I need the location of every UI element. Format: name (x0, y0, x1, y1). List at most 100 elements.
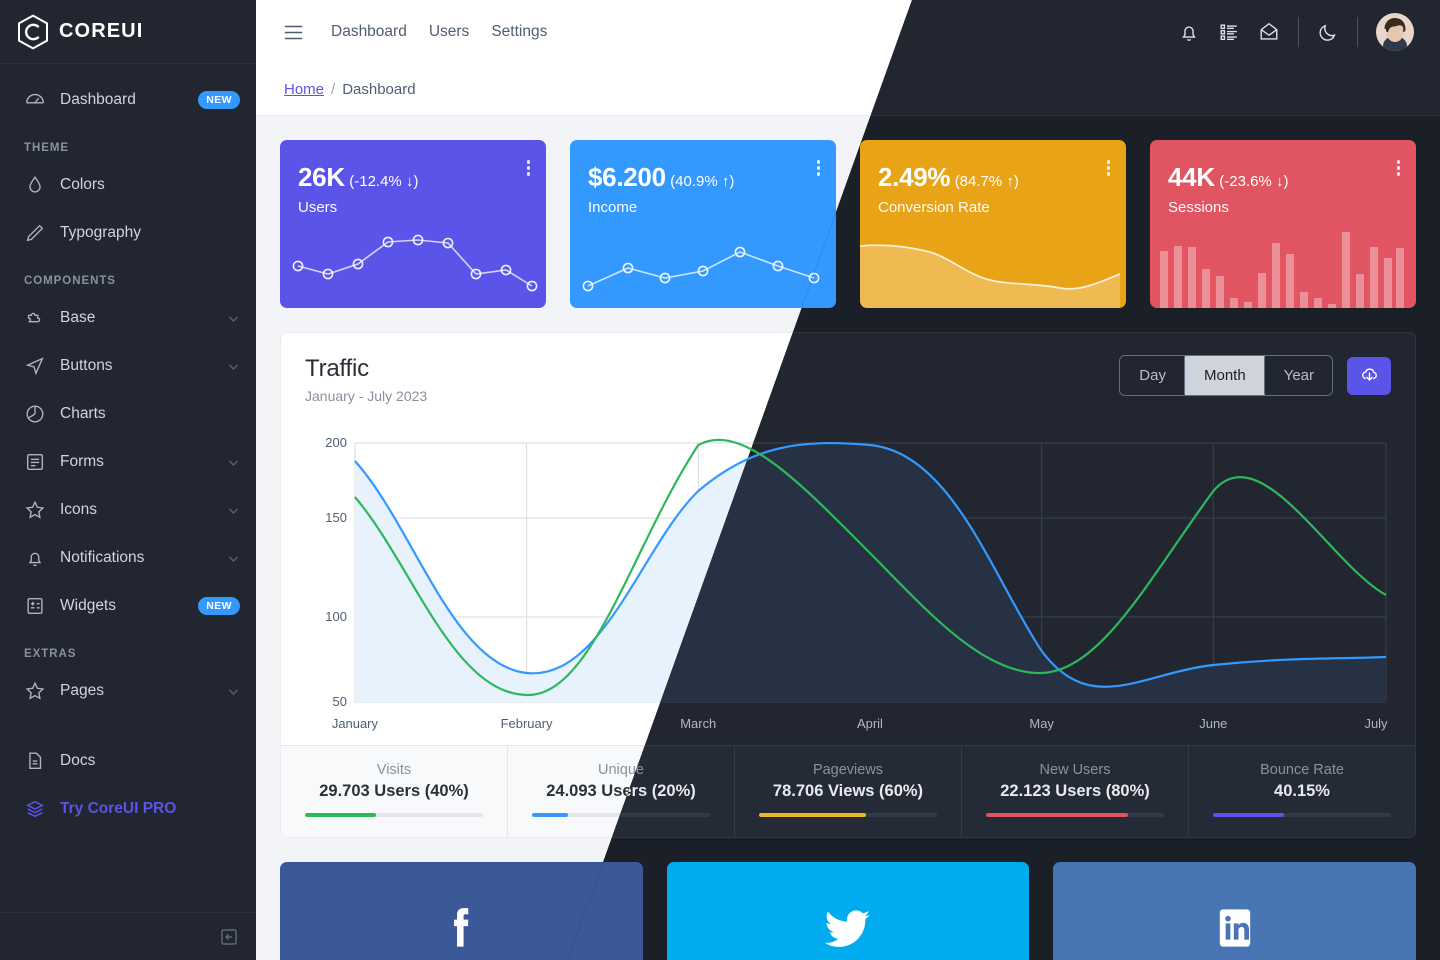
facebook-icon (433, 900, 489, 960)
twitter-card[interactable] (666, 862, 1030, 960)
sidebar-nav: Dashboard NEW THEME Colors Typography CO… (0, 64, 256, 912)
sidebar-group-extras: EXTRAS (24, 648, 77, 660)
collapse-sidebar-icon[interactable] (220, 928, 238, 946)
sidebar-footer (0, 912, 256, 960)
sidebar-item-forms[interactable]: Forms (0, 438, 256, 486)
header-link-settings[interactable]: Settings (491, 23, 547, 41)
linkedin-card[interactable] (1053, 862, 1417, 960)
widget-change: (-12.4% ↓) (349, 173, 419, 190)
sidebar-item-try-coreui-pro[interactable]: Try CoreUI PRO (0, 785, 256, 833)
envelope-icon[interactable] (1258, 21, 1280, 43)
chevron-down-icon[interactable] (227, 312, 240, 325)
bell-icon (24, 547, 46, 569)
stat-visits: Visits 29.703 Users (40%) (281, 746, 507, 837)
calculator-icon (24, 595, 46, 617)
sidebar-item-notifications[interactable]: Notifications (0, 534, 256, 582)
range-button-day[interactable]: Day (1120, 356, 1185, 395)
traffic-title: Traffic (305, 355, 369, 382)
widget-menu-icon[interactable] (816, 160, 820, 176)
avatar[interactable] (1376, 13, 1414, 51)
chevron-down-icon[interactable] (227, 552, 240, 565)
sidebar-item-label: Dashboard (60, 91, 136, 108)
sparkline-income (582, 246, 820, 292)
stat-value: 22.123 Users (80%) (1000, 782, 1150, 800)
brand[interactable]: COREUI (0, 0, 256, 64)
x-tick-july: July (1365, 716, 1389, 731)
sidebar-item-buttons[interactable]: Buttons (0, 342, 256, 390)
range-button-month[interactable]: Month (1184, 356, 1265, 395)
y-tick-150: 150 (325, 510, 347, 525)
star-icon (24, 499, 46, 521)
stat-value: 29.703 Users (40%) (319, 782, 469, 800)
sidebar-item-label: Base (60, 309, 96, 326)
header-link-users[interactable]: Users (429, 23, 469, 41)
sidebar-group-theme: THEME (24, 142, 69, 154)
traffic-controls: Day Month Year (1119, 355, 1391, 396)
sidebar-item-base[interactable]: Base (0, 294, 256, 342)
puzzle-icon (24, 307, 46, 329)
sidebar-item-pages[interactable]: Pages (0, 667, 256, 715)
coreui-logo-icon (16, 13, 50, 50)
widget-menu-icon[interactable] (526, 160, 530, 176)
stat-progress (305, 813, 483, 817)
stat-bounce-rate: Bounce Rate 40.15% (1188, 746, 1415, 837)
widget-top: 2.49% (84.7% ↑) Conversion Rate (860, 140, 1126, 216)
x-tick-june: June (1199, 716, 1227, 731)
header-divider (1298, 17, 1299, 47)
sidebar-item-icons[interactable]: Icons (0, 486, 256, 534)
sidebar-item-label: Icons (60, 501, 98, 518)
stat-progress (1213, 813, 1391, 817)
chevron-down-icon[interactable] (227, 685, 240, 698)
cloud-download-icon (1359, 364, 1380, 388)
stat-value: 78.706 Views (60%) (772, 782, 924, 800)
chevron-down-icon[interactable] (227, 504, 240, 517)
widget-value: 2.49% (878, 162, 951, 192)
widget-card-conversion-rate[interactable]: 2.49% (84.7% ↑) Conversion Rate (860, 140, 1126, 308)
range-button-group: Day Month Year (1119, 355, 1333, 396)
badge-new: NEW (198, 91, 240, 109)
widget-menu-icon[interactable] (1106, 160, 1110, 176)
y-tick-50: 50 (332, 694, 346, 709)
sidebar-item-charts[interactable]: Charts (0, 390, 256, 438)
sparkline-users (292, 234, 538, 292)
file-icon (24, 750, 46, 772)
sidebar-item-label: Try CoreUI PRO (60, 800, 177, 817)
stat-label: Visits (376, 762, 412, 778)
traffic-titles: Traffic January - July 2023 (305, 355, 427, 404)
hamburger-icon[interactable] (284, 25, 303, 40)
list-icon[interactable] (1218, 21, 1240, 43)
sidebar-item-dashboard[interactable]: Dashboard NEW (0, 76, 256, 124)
moon-icon[interactable] (1317, 21, 1339, 43)
stat-progress (759, 813, 937, 817)
sidebar-item-typography[interactable]: Typography (0, 209, 256, 257)
widget-menu-icon[interactable] (1396, 160, 1400, 176)
sparkline-sessions (1160, 232, 1404, 308)
widget-top: 44K (-23.6% ↓) Sessions (1150, 140, 1416, 216)
sidebar-item-docs[interactable]: Docs (0, 737, 256, 785)
stat-label: New Users (1039, 762, 1111, 778)
stat-value: 40.15% (1274, 782, 1330, 800)
widget-card-sessions[interactable]: 44K (-23.6% ↓) Sessions (1150, 140, 1416, 308)
sidebar-item-label: Docs (60, 752, 96, 769)
sidebar-group-components: COMPONENTS (24, 275, 116, 287)
x-tick-april: April (857, 716, 883, 731)
sidebar-item-label: Notifications (60, 549, 145, 566)
widget-value: 26K (298, 162, 345, 192)
sidebar-item-colors[interactable]: Colors (0, 161, 256, 209)
sidebar-item-widgets[interactable]: Widgets NEW (0, 582, 256, 630)
header-link-dashboard[interactable]: Dashboard (331, 23, 407, 41)
cursor-icon (24, 355, 46, 377)
bell-icon[interactable] (1178, 21, 1200, 43)
sidebar-item-label: Pages (60, 682, 104, 699)
chevron-down-icon[interactable] (227, 360, 240, 373)
linkedin-icon (1207, 900, 1263, 960)
widget-card-income[interactable]: $6.200 (40.9% ↑) Income (570, 140, 836, 308)
chevron-down-icon[interactable] (227, 456, 240, 469)
range-button-year[interactable]: Year (1264, 356, 1332, 395)
breadcrumb-home[interactable]: Home (284, 81, 324, 98)
star-icon (24, 680, 46, 702)
widget-card-users[interactable]: 26K (-12.4% ↓) Users (280, 140, 546, 308)
widget-top: 26K (-12.4% ↓) Users (280, 140, 546, 216)
download-button[interactable] (1347, 356, 1391, 395)
widget-label: Income (588, 199, 638, 216)
